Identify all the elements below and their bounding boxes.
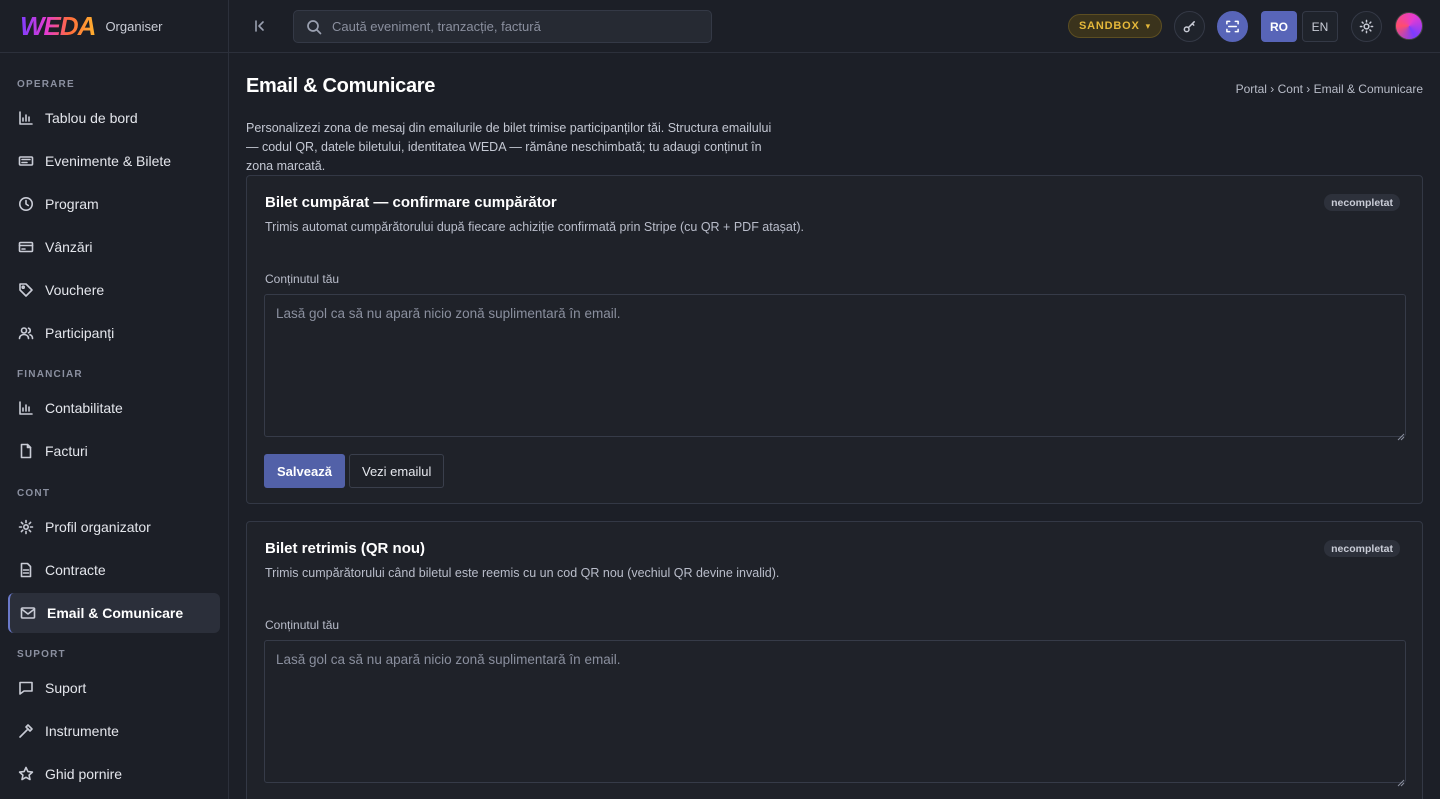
star-icon (18, 766, 34, 782)
sidebar-item-label: Suport (45, 680, 87, 696)
credit-card-icon (18, 239, 34, 255)
chevron-down-icon: ▾ (1145, 20, 1151, 31)
sidebar-item-label: Vouchere (45, 282, 105, 298)
email-template-card-reissue: Bilet retrimis (QR nou) necompletat Trim… (246, 521, 1423, 799)
sidebar-item-label: Tablou de bord (45, 110, 138, 126)
status-badge: necompletat (1324, 194, 1400, 211)
card-title: Bilet retrimis (QR nou) (265, 540, 426, 557)
mail-icon (20, 605, 36, 621)
resize-handle-icon[interactable] (1397, 428, 1405, 441)
environment-selector[interactable]: SANDBOX ▾ (1068, 14, 1162, 38)
sidebar-item-contabilitate[interactable]: Contabilitate (8, 388, 220, 428)
sidebar-item-label: Ghid pornire (45, 766, 123, 782)
sidebar-item-vouchere[interactable]: Vouchere (8, 270, 220, 310)
brand: WEDA Organiser (0, 0, 228, 53)
document-icon (18, 562, 34, 578)
sidebar-item-label: Contabilitate (45, 400, 123, 416)
sidebar-item-label: Program (45, 196, 99, 212)
scan-qr-button[interactable] (1217, 11, 1248, 42)
hammer-icon (18, 723, 34, 739)
theme-toggle-button[interactable] (1351, 11, 1382, 42)
tag-icon (18, 282, 34, 298)
language-en-button[interactable]: EN (1302, 11, 1338, 42)
card-description: Trimis cumpărătorului când biletul este … (265, 566, 780, 580)
content-field-label: Conținutul tău (265, 272, 340, 286)
content-textarea[interactable] (264, 294, 1406, 437)
search-icon (307, 19, 322, 34)
user-avatar[interactable] (1395, 12, 1423, 40)
sidebar-item-label: Evenimente & Bilete (45, 153, 172, 169)
save-button[interactable]: Salvează (264, 454, 345, 488)
sidebar-item-program[interactable]: Program (8, 184, 220, 224)
sidebar-item-label: Contracte (45, 562, 106, 578)
chat-icon (18, 680, 34, 696)
topbar: SANDBOX ▾ RO EN (229, 0, 1440, 53)
app-root: WEDA Organiser OPERARE Tablou de bord Ev… (0, 0, 1440, 799)
ticket-icon (18, 153, 34, 169)
sidebar-item-participanti[interactable]: Participanți (8, 313, 220, 353)
sidebar-item-contracte[interactable]: Contracte (8, 550, 220, 590)
api-keys-button[interactable] (1174, 11, 1205, 42)
sidebar: WEDA Organiser OPERARE Tablou de bord Ev… (0, 0, 229, 799)
sidebar-item-label: Email & Comunicare (47, 605, 184, 621)
page-title: Email & Comunicare (246, 75, 436, 97)
sidebar-item-tablou-de-bord[interactable]: Tablou de bord (8, 98, 220, 138)
sidebar-item-email-comunicare[interactable]: Email & Comunicare (8, 593, 220, 633)
content-textarea[interactable] (264, 640, 1406, 783)
nav-section-suport: SUPORT (17, 649, 66, 660)
collapse-left-icon (255, 20, 264, 32)
bar-chart-icon (18, 400, 34, 416)
weda-logo[interactable]: WEDA (20, 13, 96, 39)
search-input[interactable] (332, 19, 692, 34)
sun-icon (1359, 19, 1374, 34)
sidebar-item-instrumente[interactable]: Instrumente (8, 711, 220, 751)
nav-section-operare: OPERARE (17, 79, 75, 90)
sidebar-item-label: Instrumente (45, 723, 119, 739)
sidebar-item-label: Facturi (45, 443, 88, 459)
page-intro: Personalizezi zona de mesaj din emailuri… (246, 121, 772, 173)
nav-section-financiar: FINANCIAR (17, 369, 83, 380)
card-title: Bilet cumpărat — confirmare cumpărător (265, 194, 557, 211)
sidebar-item-suport[interactable]: Suport (8, 668, 220, 708)
sidebar-item-label: Vânzări (45, 239, 93, 255)
gear-icon (18, 519, 34, 535)
search-bar[interactable] (293, 10, 712, 43)
status-badge: necompletat (1324, 540, 1400, 557)
environment-label: SANDBOX (1079, 20, 1140, 32)
brand-subtitle: Organiser (105, 18, 163, 34)
sidebar-item-label: Profil organizator (45, 519, 151, 535)
sidebar-item-ghid-pornire[interactable]: Ghid pornire (8, 754, 220, 794)
preview-email-button[interactable]: Vezi emailul (349, 454, 445, 488)
card-description: Trimis automat cumpărătorului după fieca… (265, 220, 804, 234)
breadcrumb: Portal › Cont › Email & Comunicare (1235, 82, 1423, 96)
nav-section-cont: CONT (17, 488, 51, 499)
sidebar-item-facturi[interactable]: Facturi (8, 431, 220, 471)
content-field-label: Conținutul tău (265, 618, 340, 632)
collapse-sidebar-button[interactable] (251, 17, 269, 35)
sidebar-item-label: Participanți (45, 325, 115, 341)
language-ro-button[interactable]: RO (1261, 11, 1297, 42)
resize-handle-icon[interactable] (1397, 774, 1405, 787)
key-icon (1183, 21, 1195, 33)
clock-icon (18, 196, 34, 212)
bar-chart-icon (18, 110, 34, 126)
scan-icon (1226, 20, 1239, 33)
file-icon (18, 443, 34, 459)
sidebar-item-evenimente-bilete[interactable]: Evenimente & Bilete (8, 141, 220, 181)
sidebar-item-profil-organizator[interactable]: Profil organizator (8, 507, 220, 547)
sidebar-item-vanzari[interactable]: Vânzări (8, 227, 220, 267)
main-content: Email & Comunicare Portal › Cont › Email… (229, 53, 1440, 799)
users-icon (18, 325, 34, 341)
email-template-card-purchase: Bilet cumpărat — confirmare cumpărător n… (246, 175, 1423, 504)
